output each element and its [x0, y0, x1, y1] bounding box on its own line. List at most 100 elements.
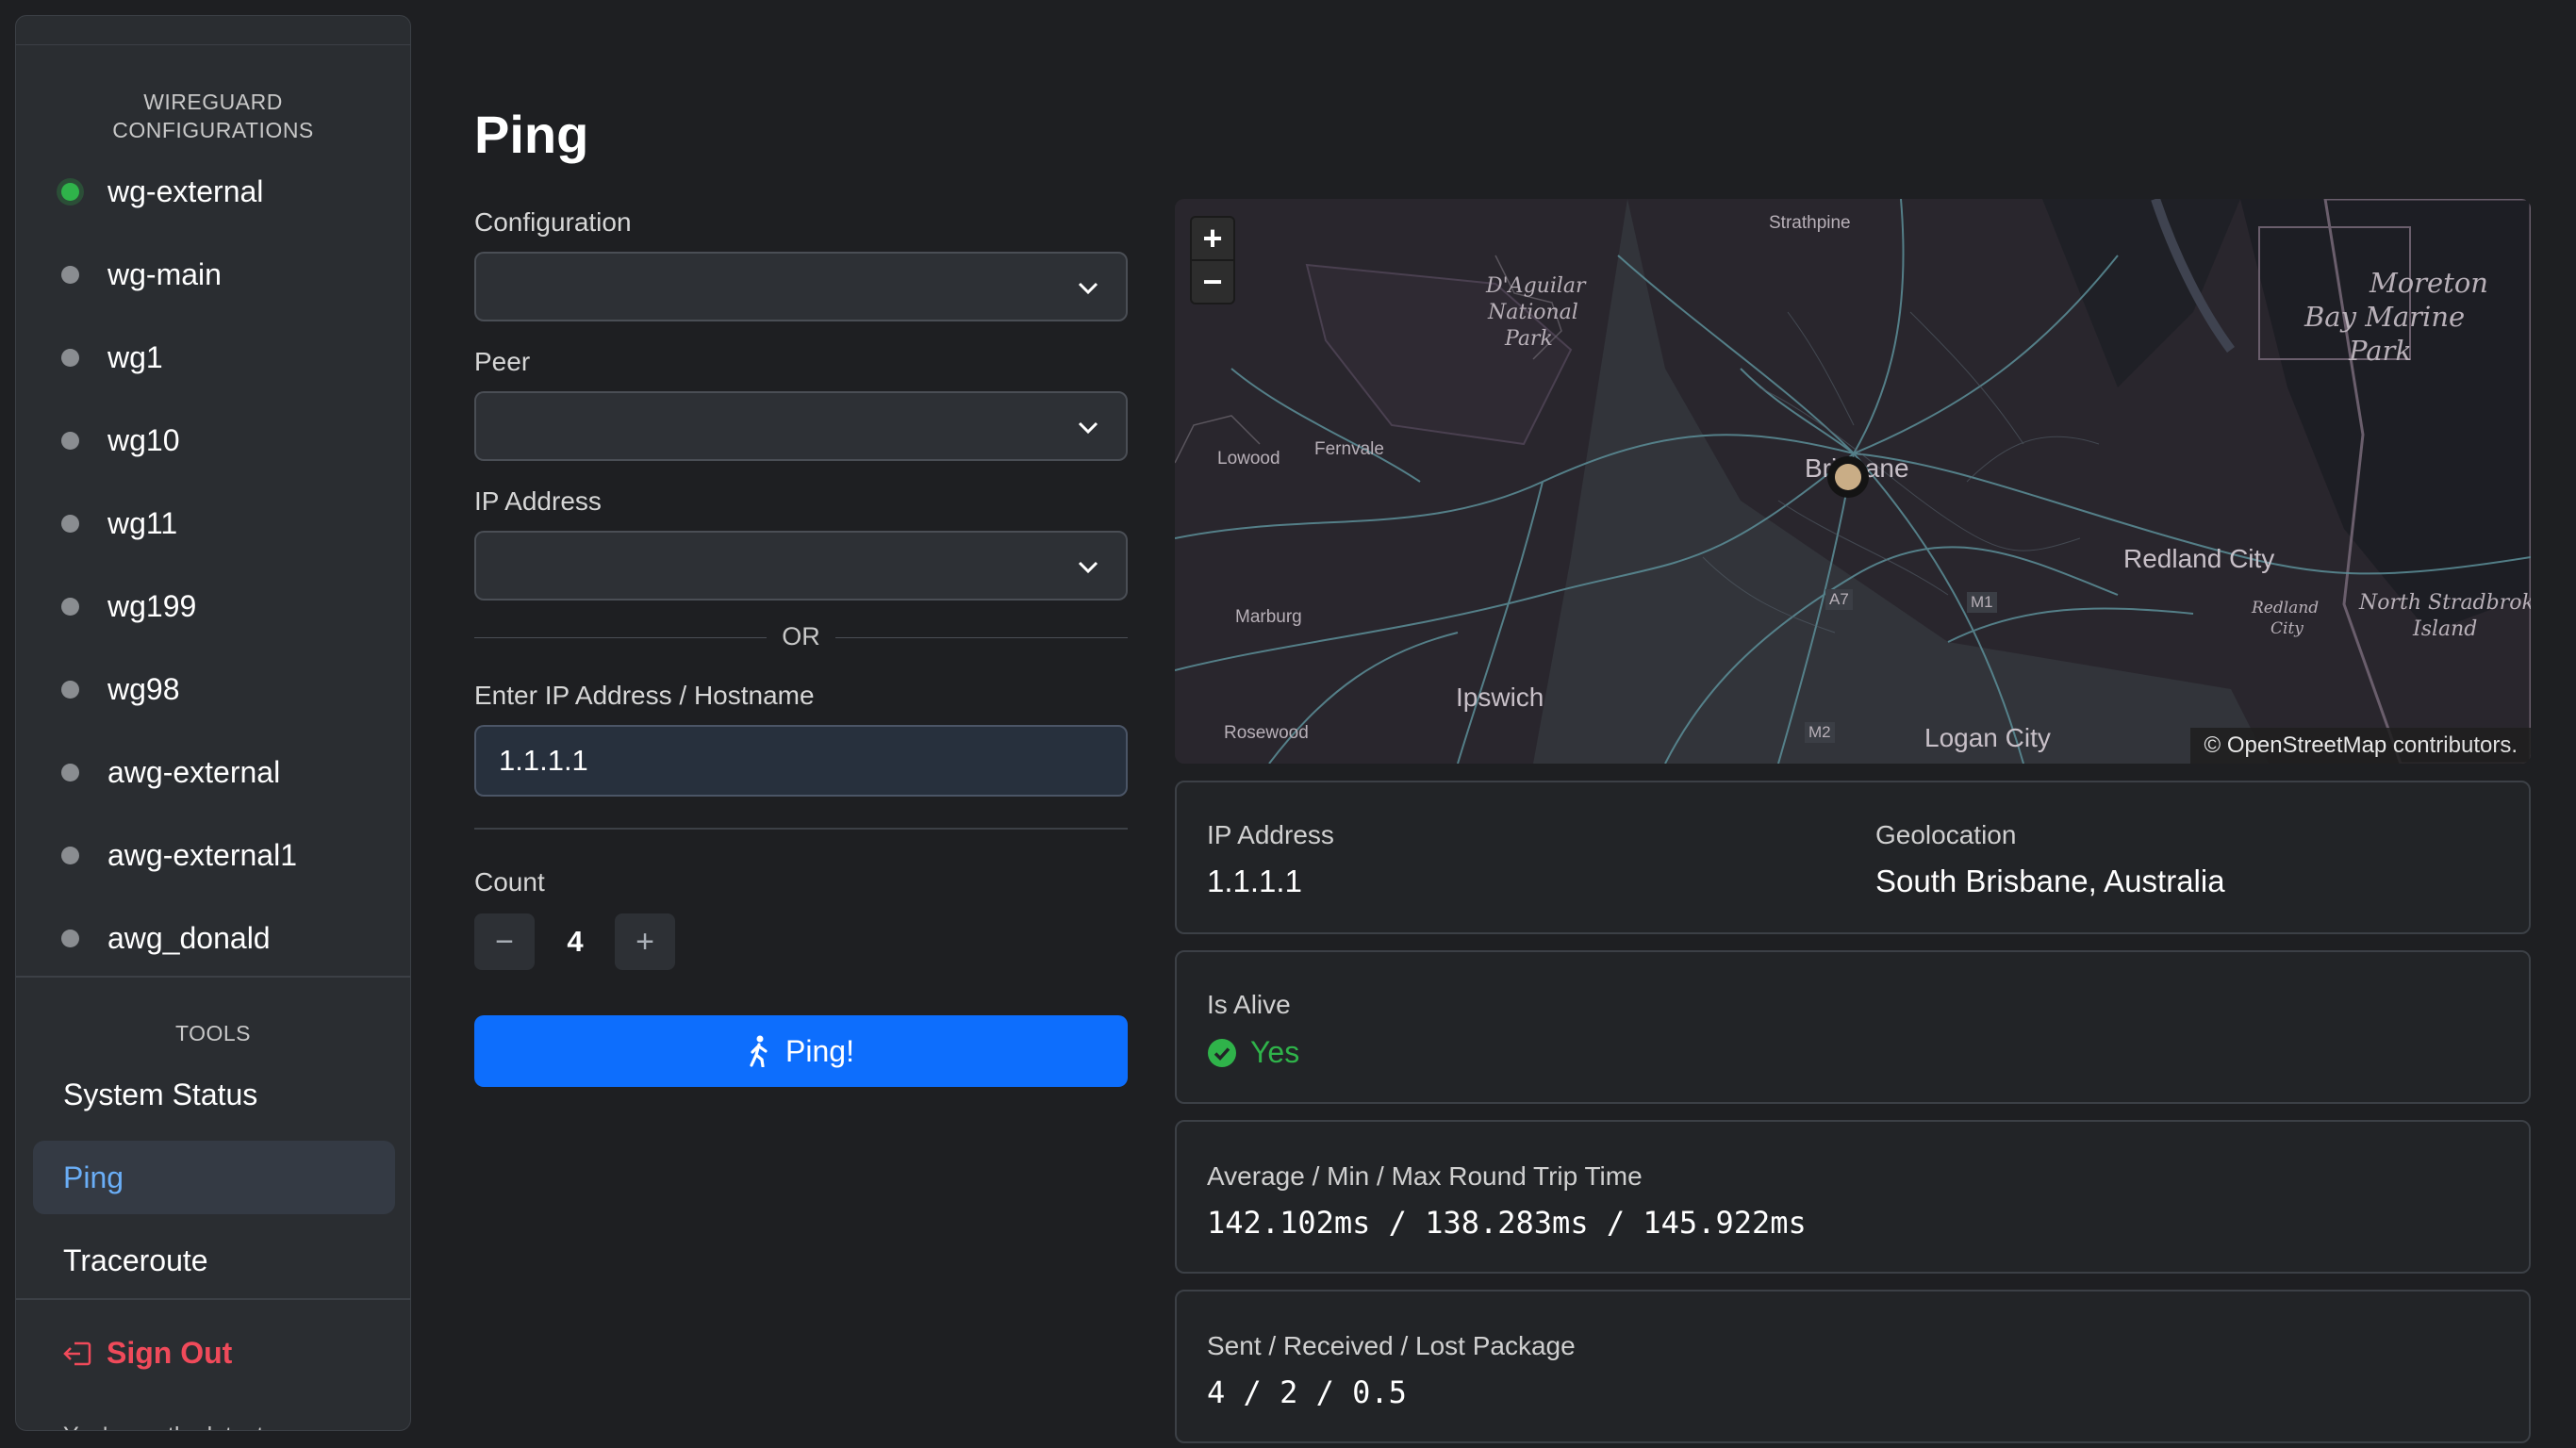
count-decrement-button[interactable]: − — [474, 913, 535, 970]
sidebar-item-wg-main[interactable]: wg-main — [61, 246, 222, 303]
config-name: awg-external — [107, 754, 281, 789]
is-alive-label: Is Alive — [1207, 990, 1291, 1019]
map-label: Fernvale — [1314, 439, 1384, 459]
count-value: 4 — [567, 925, 584, 958]
sidebar-item-wg11[interactable]: wg11 — [61, 495, 177, 551]
ip-result-label: IP Address — [1207, 820, 1334, 849]
peer-select[interactable] — [474, 391, 1128, 461]
map-label: Logan City — [1924, 723, 2051, 752]
chevron-down-icon — [1078, 421, 1098, 435]
sidebar-item-system-status[interactable]: System Status — [33, 1058, 395, 1131]
sidebar-item-ping[interactable]: Ping — [33, 1141, 395, 1214]
config-name: wg11 — [107, 505, 178, 540]
map-label: D'Aguilar — [1486, 274, 1586, 298]
map-label: Redland City — [2123, 544, 2275, 573]
form-divider — [474, 828, 1128, 830]
map-label: Park — [2349, 335, 2412, 367]
person-walking-icon — [750, 1035, 768, 1067]
sidebar-item-traceroute[interactable]: Traceroute — [33, 1224, 395, 1297]
status-dot-icon — [61, 763, 79, 782]
sidebar-item-awg-external1[interactable]: awg-external1 — [61, 827, 297, 883]
sidebar-item-wg-external[interactable]: wg-external — [61, 163, 263, 220]
ping-button-label: Ping! — [785, 1033, 854, 1068]
status-dot-icon — [61, 265, 79, 284]
map-label: Marburg — [1235, 607, 1302, 627]
is-alive-status: Yes — [1207, 1035, 1299, 1070]
config-name: wg10 — [107, 422, 180, 457]
or-line-right — [835, 637, 1128, 638]
tools-heading: TOOLS — [174, 1021, 252, 1045]
page-title: Ping — [474, 105, 589, 164]
geolocation-map[interactable]: + − Strathpine D'Aguilar National Park L… — [1175, 199, 2531, 764]
packets-label: Sent / Received / Lost Package — [1207, 1331, 1576, 1360]
is-alive-card: Is Alive Yes — [1175, 950, 2531, 1104]
chevron-down-icon — [1078, 282, 1098, 295]
road-badge: M2 — [1805, 722, 1835, 743]
status-dot-icon — [61, 846, 79, 864]
hostname-input[interactable] — [474, 725, 1128, 797]
map-label: Moreton — [2370, 267, 2488, 299]
config-name: wg-external — [107, 173, 264, 208]
sidebar-item-wg98[interactable]: wg98 — [61, 661, 180, 717]
or-separator: OR — [474, 622, 1128, 652]
config-name: wg199 — [107, 588, 197, 623]
attribution-symbol: © — [2204, 732, 2221, 758]
check-circle-icon — [1208, 1038, 1236, 1067]
sidebar-divider — [16, 976, 410, 978]
status-dot-icon — [61, 680, 79, 699]
map-label: Lowood — [1217, 449, 1280, 469]
configs-heading-line2: CONFIGURATIONS — [112, 118, 314, 142]
status-dot-icon — [61, 431, 79, 450]
geolocation-value: South Brisbane, Australia — [1875, 864, 2225, 898]
config-name: wg-main — [107, 256, 222, 291]
openstreetmap-link[interactable]: OpenStreetMap — [2227, 732, 2386, 758]
status-dot-icon — [61, 514, 79, 533]
sign-out-label: Sign Out — [107, 1336, 233, 1370]
peer-label: Peer — [474, 347, 531, 376]
packets-value: 4 / 2 / 0.5 — [1207, 1374, 1407, 1410]
status-dot-icon — [61, 597, 79, 616]
map-zoom-control: + − — [1190, 216, 1235, 304]
configuration-label: Configuration — [474, 207, 632, 237]
version-note: You're on the latest — [63, 1423, 263, 1430]
sidebar-item-awg-external[interactable]: awg-external — [61, 744, 280, 800]
status-dot-icon — [61, 348, 79, 367]
location-marker-icon[interactable] — [1827, 456, 1869, 498]
hostname-label: Enter IP Address / Hostname — [474, 681, 815, 710]
zoom-in-button[interactable]: + — [1192, 218, 1233, 259]
rtt-value: 142.102ms / 138.283ms / 145.922ms — [1207, 1205, 1807, 1241]
road-badge: M1 — [1967, 592, 1997, 613]
ping-button[interactable]: Ping! — [474, 1015, 1128, 1087]
map-label: Strathpine — [1769, 213, 1851, 233]
sidebar-item-wg10[interactable]: wg10 — [61, 412, 180, 469]
ip-address-label: IP Address — [474, 486, 602, 516]
sidebar: WIREGUARD CONFIGURATIONS wg-external wg-… — [15, 15, 411, 1431]
map-label: Park — [1505, 327, 1553, 351]
sidebar-divider — [16, 1298, 410, 1300]
location-marker-dot — [1835, 464, 1861, 490]
sidebar-item-wg1[interactable]: wg1 — [61, 329, 163, 386]
geolocation-label: Geolocation — [1875, 820, 2017, 849]
map-label: Ipswich — [1456, 683, 1544, 712]
sign-out-icon — [63, 1341, 91, 1365]
map-label: Rosewood — [1224, 723, 1309, 743]
config-name: awg_donald — [107, 920, 271, 955]
map-label: National — [1488, 301, 1578, 324]
sign-out-button[interactable]: Sign Out — [61, 1336, 232, 1371]
status-dot-icon — [61, 929, 79, 947]
ip-address-select[interactable] — [474, 531, 1128, 601]
sidebar-item-wg199[interactable]: wg199 — [61, 578, 196, 634]
packets-card: Sent / Received / Lost Package 4 / 2 / 0… — [1175, 1290, 2531, 1443]
config-name: awg-external1 — [107, 837, 297, 872]
sidebar-item-awg-donald[interactable]: awg_donald — [61, 910, 271, 966]
config-name: wg1 — [107, 339, 163, 374]
count-label: Count — [474, 867, 545, 897]
configuration-select[interactable] — [474, 252, 1128, 321]
map-label: Bay Marine — [2304, 301, 2466, 333]
chevron-down-icon — [1078, 561, 1098, 574]
ip-result-value: 1.1.1.1 — [1207, 864, 1302, 898]
config-name: wg98 — [107, 671, 180, 706]
count-increment-button[interactable]: + — [615, 913, 675, 970]
zoom-out-button[interactable]: − — [1192, 259, 1233, 303]
ip-geolocation-card: IP Address 1.1.1.1 Geolocation South Bri… — [1175, 781, 2531, 934]
